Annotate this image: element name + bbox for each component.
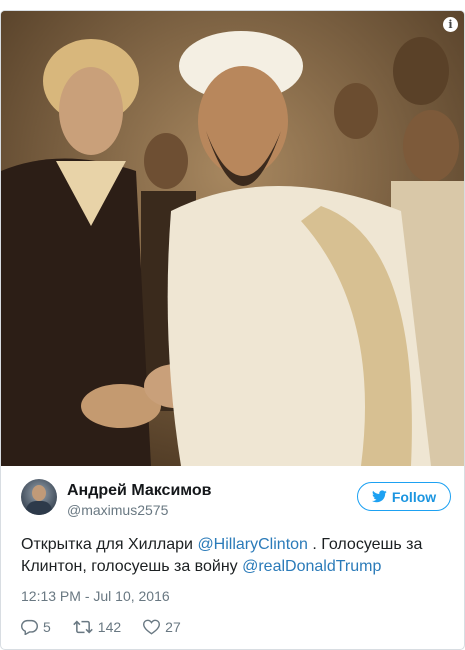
retweet-icon xyxy=(73,620,93,634)
retweet-button[interactable]: 142 xyxy=(73,619,121,635)
mention-link[interactable]: @realDonaldTrump xyxy=(242,558,381,575)
retweet-count: 142 xyxy=(97,619,122,635)
author-name[interactable]: Андрей Максимов xyxy=(67,482,212,500)
like-count: 27 xyxy=(165,619,181,635)
mention-link[interactable]: @HillaryClinton xyxy=(197,536,308,553)
heart-icon xyxy=(143,619,161,635)
tweet-text: Открытка для Хиллари @HillaryClinton . Г… xyxy=(21,534,451,578)
follow-button[interactable]: Follow xyxy=(357,482,451,511)
twitter-bird-icon xyxy=(371,490,387,503)
author-handle[interactable]: @maximus2575 xyxy=(67,502,168,518)
reply-count: 5 xyxy=(43,619,51,635)
embedded-tweet-card: i Андрей Максимов @maximus2575 Follow От… xyxy=(0,10,465,650)
tweet-timestamp[interactable]: 12:13 PM - Jul 10, 2016 xyxy=(21,588,170,604)
tweet-photo[interactable]: i xyxy=(1,11,464,466)
reply-button[interactable]: 5 xyxy=(21,619,51,635)
tweet-actions: 5 142 27 xyxy=(21,617,203,637)
tweet-text-part: Открытка для Хиллари xyxy=(21,536,198,553)
tweet-author: Андрей Максимов @maximus2575 Follow xyxy=(21,479,451,519)
follow-label: Follow xyxy=(391,488,437,505)
info-icon[interactable]: i xyxy=(443,17,458,32)
avatar[interactable] xyxy=(21,479,57,515)
reply-icon xyxy=(21,619,38,635)
like-button[interactable]: 27 xyxy=(143,619,181,635)
photo-illustration xyxy=(1,11,464,466)
